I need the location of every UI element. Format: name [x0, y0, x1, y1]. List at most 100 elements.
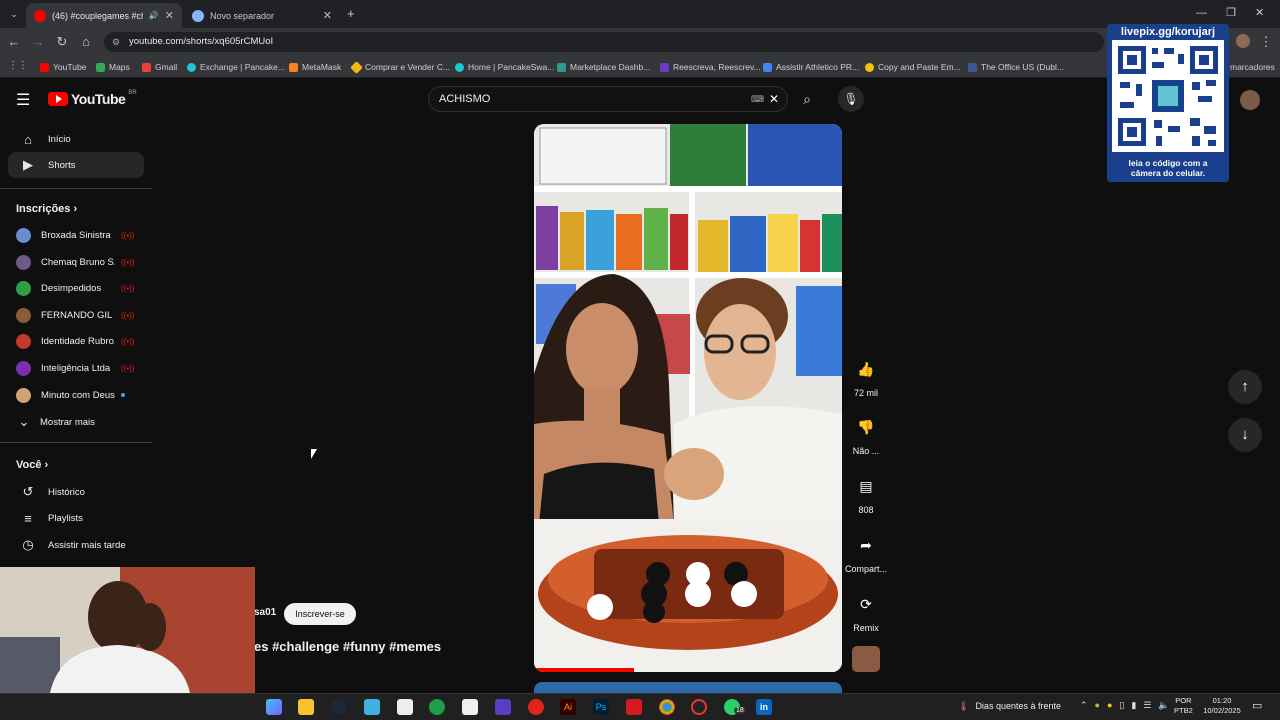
remix-button[interactable]: ⟳ Remix [848, 589, 884, 633]
sidebar-item-history[interactable]: ↺ Histórico [8, 479, 144, 505]
language-indicator[interactable]: POR PTB2 [1174, 696, 1193, 716]
you-heading[interactable]: Você › [16, 459, 48, 471]
bookmark-item[interactable]: Comprar e Vender C... [350, 60, 450, 74]
sidebar-item-subscription[interactable]: Identidade Rubro... ((•)) [8, 328, 144, 354]
file-explorer-icon[interactable] [298, 699, 314, 715]
bookmark-item[interactable]: Home | PancakeSwa... [455, 61, 554, 73]
volume-icon[interactable]: 🔈 [1158, 700, 1169, 711]
notifications-icon[interactable]: ▭ [1252, 699, 1262, 712]
illustrator-icon[interactable]: Ai [560, 699, 576, 715]
microphone-icon[interactable]: 🎙 [838, 86, 864, 112]
photoshop-icon[interactable]: Ps [593, 699, 609, 715]
sidebar-item-subscription[interactable]: FERNANDO GIL ... ((•)) [8, 302, 144, 328]
share-icon: ➦ [860, 537, 872, 553]
dislike-button[interactable]: 👎 Não ... [848, 412, 884, 456]
comments-button[interactable]: ▤ 808 [848, 471, 884, 515]
subscribe-button[interactable]: Inscrever-se [284, 603, 356, 625]
maximize-icon[interactable]: ❐ [1226, 7, 1236, 19]
address-bar[interactable]: ⚙ youtube.com/shorts/xq605rCMUoI [104, 32, 1104, 52]
site-info-icon[interactable]: ⚙ [112, 32, 120, 52]
bookmark-item[interactable]: Marketplace Dashb... [557, 61, 650, 73]
bookmark-item[interactable]: Exchange | Pancake... [187, 61, 285, 73]
wps-icon[interactable] [626, 699, 642, 715]
sidebar-item-shorts[interactable]: ▶ Shorts [8, 152, 144, 178]
short-video-player[interactable] [534, 124, 842, 672]
tab-youtube[interactable]: (46) #couplegames #challe 🔊 ✕ [26, 3, 182, 28]
app-icon[interactable] [495, 699, 511, 715]
clock[interactable]: 01:20 10/02/2025 [1200, 696, 1244, 716]
sidebar-item-subscription[interactable]: Desimpedidos ((•)) [8, 275, 144, 301]
pdf-icon[interactable] [397, 699, 413, 715]
tab-title: (46) #couplegames #challe [52, 10, 143, 21]
tab-new[interactable]: Novo separador ✕ [184, 3, 340, 28]
chrome-icon[interactable] [659, 699, 675, 715]
sidebar-item-subscription[interactable]: Chemaq Bruno S... ((•)) [8, 249, 144, 275]
back-icon[interactable]: ← [6, 34, 22, 50]
new-tab-button[interactable]: + [347, 6, 355, 21]
close-window-icon[interactable]: ✕ [1255, 7, 1264, 19]
notepad-icon[interactable] [462, 699, 478, 715]
next-short-preview[interactable] [534, 682, 842, 693]
new-content-indicator [121, 393, 125, 397]
sidebar-item-subscription[interactable]: Broxada Sinistra ((•)) [8, 222, 144, 248]
like-button[interactable]: 👍 72 mil [848, 354, 884, 398]
audio-icon[interactable]: 🔊 [149, 11, 159, 20]
livepix-url: livepix.gg/korujarj [1120, 26, 1216, 38]
bookmark-item[interactable]: Reescreva, Reescrev... [660, 61, 761, 73]
sound-thumbnail[interactable] [852, 646, 880, 672]
app-icon[interactable] [691, 699, 707, 715]
share-button[interactable]: ➦ Compart... [844, 530, 888, 574]
wifi-icon[interactable]: ☰ [1143, 700, 1151, 711]
opera-icon[interactable] [528, 699, 544, 715]
hamburger-menu-icon[interactable]: ☰ [16, 90, 30, 110]
close-tab-icon[interactable]: ✕ [323, 9, 332, 22]
bookmark-item[interactable]: Assistir Athletico PR... [763, 61, 859, 73]
tab-search-icon[interactable]: ⌄ [6, 6, 22, 22]
home-browser-icon[interactable]: ⌂ [78, 34, 94, 50]
search-icon[interactable]: ⌕ [790, 86, 824, 112]
youtube-logo[interactable]: YouTube BR [48, 90, 137, 107]
bookmark-item[interactable]: The Office US (Dubl... [968, 61, 1064, 73]
show-more-button[interactable]: ⌄ Mostrar mais [8, 409, 144, 435]
sidebar-item-subscription[interactable]: Inteligência Ltda ((•)) [8, 355, 144, 381]
linkedin-icon[interactable]: in [756, 699, 772, 715]
previous-short-button[interactable]: ↑ [1228, 370, 1262, 404]
apps-grid-icon[interactable]: ⋮⋮ [8, 60, 28, 71]
bookmark-item[interactable]: marcadores [1230, 61, 1275, 73]
sidebar-item-home[interactable]: ⌂ Início [8, 126, 144, 152]
app-icon[interactable] [364, 699, 380, 715]
reload-icon[interactable]: ↻ [54, 34, 70, 50]
weather-widget[interactable]: 🌡 Dias quentes à frente [958, 701, 1061, 712]
whatsapp-icon[interactable]: 18 [724, 699, 746, 715]
bookmark-item[interactable]: Gmail [142, 61, 177, 73]
channel-name[interactable]: sa01 [254, 607, 276, 618]
close-tab-icon[interactable]: ✕ [165, 9, 174, 22]
subscriptions-heading[interactable]: Inscrições › [16, 203, 77, 215]
bookmark-item[interactable]: MetaMask [289, 61, 341, 73]
sidebar-item-subscription[interactable]: Minuto com Deus [8, 382, 144, 408]
clear-search-icon[interactable]: ✕ [769, 87, 779, 111]
sidebar-item-playlists[interactable]: ≡ Playlists [8, 505, 144, 531]
tray-app-icon[interactable]: ● [1095, 700, 1100, 711]
browser-menu-icon[interactable]: ⋮ [1258, 34, 1274, 50]
chevron-up-icon[interactable]: ⌃ [1080, 700, 1088, 711]
search-input[interactable]: ACHISMO ⌨ ✕ [428, 86, 788, 112]
next-short-button[interactable]: ↓ [1228, 418, 1262, 452]
minimize-icon[interactable]: — [1196, 7, 1207, 19]
forward-icon[interactable]: → [30, 34, 46, 50]
utorrent-icon[interactable] [429, 699, 445, 715]
bookmark-item[interactable]: Maps [96, 61, 130, 73]
tray-app-icon[interactable]: ● [1107, 700, 1112, 711]
sidebar-item-watch-later[interactable]: ◷ Assistir mais tarde [8, 532, 144, 558]
steam-icon[interactable] [331, 699, 347, 715]
clock-icon: ◷ [22, 537, 34, 552]
bookmark-item[interactable]: YouTube [40, 61, 86, 73]
profile-avatar[interactable] [1236, 34, 1250, 48]
bookmark-favicon-icon [40, 62, 49, 72]
keyboard-icon[interactable]: ⌨ [751, 87, 764, 111]
copilot-icon[interactable] [266, 699, 282, 715]
bookmark-item[interactable]: Copy and Paste Em... [865, 61, 961, 73]
tray-app-icon[interactable]: ▯ [1119, 700, 1124, 711]
account-avatar[interactable] [1240, 90, 1260, 110]
battery-icon[interactable]: ▮ [1131, 700, 1136, 711]
